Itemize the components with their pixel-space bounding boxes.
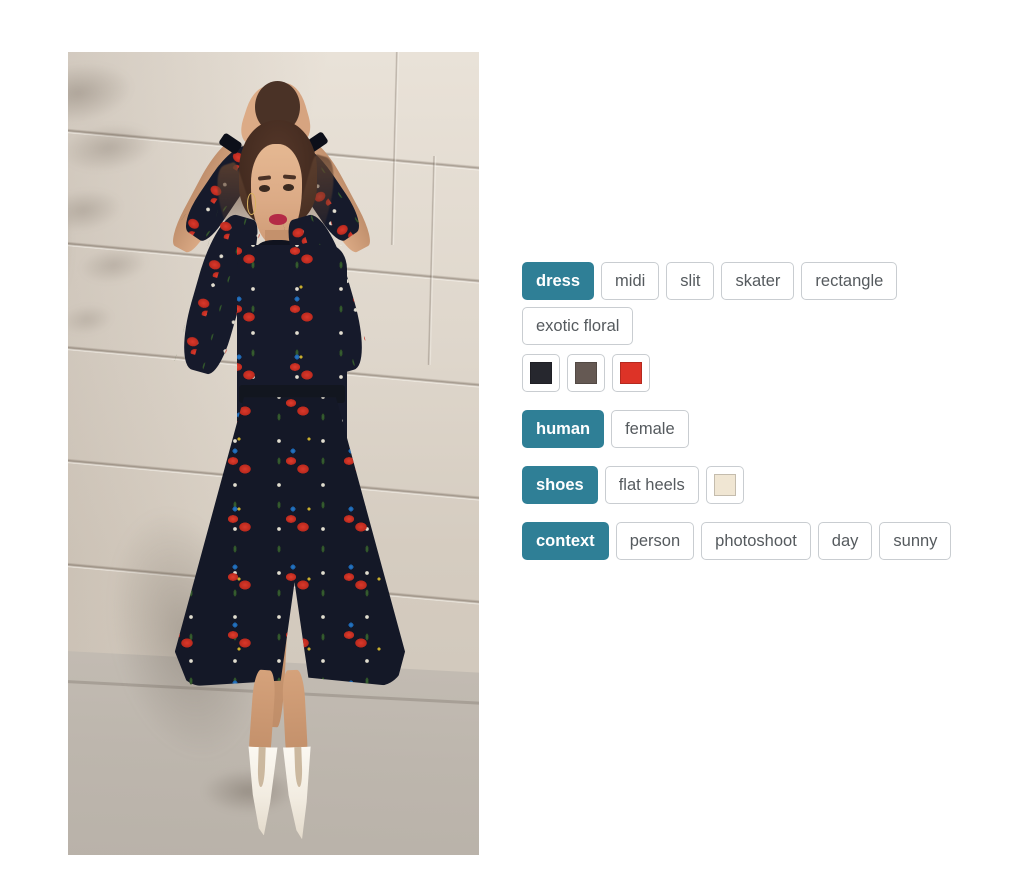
model-figure (68, 52, 479, 855)
eyebrow (282, 174, 296, 180)
tag-rectangle[interactable]: rectangle (801, 262, 898, 300)
tag-group-dress: dress midi slit skater rectangle exotic … (522, 262, 992, 392)
photo-stage (68, 52, 479, 855)
swatch-chip (713, 474, 736, 496)
tag-row: human female (522, 410, 992, 448)
group-label-human[interactable]: human (522, 410, 605, 448)
tag-female[interactable]: female (611, 410, 689, 448)
attribute-tag-panel: dress midi slit skater rectangle exotic … (522, 262, 992, 560)
floral-print (174, 397, 406, 687)
eyebrow (257, 174, 272, 181)
tag-row: dress midi slit skater rectangle exotic … (522, 262, 992, 345)
tag-row: shoes flat heels (522, 466, 992, 504)
tag-row: context person photoshoot day sunny (522, 522, 992, 560)
dress-skirt (174, 397, 406, 687)
group-label-context[interactable]: context (522, 522, 609, 560)
tag-midi[interactable]: midi (601, 262, 660, 300)
group-label-dress[interactable]: dress (522, 262, 595, 300)
swatch-chip (575, 362, 597, 384)
color-swatch-taupe-brown[interactable] (567, 354, 605, 392)
swatch-chip (620, 362, 642, 384)
tag-skater[interactable]: skater (721, 262, 795, 300)
tag-exotic-floral[interactable]: exotic floral (522, 307, 634, 345)
lips (269, 214, 287, 225)
earring (247, 193, 256, 215)
tag-group-shoes: shoes flat heels (522, 466, 992, 504)
product-photo (68, 52, 479, 855)
swatch-chip (530, 362, 552, 384)
tag-sunny[interactable]: sunny (879, 522, 952, 560)
tag-row-colors (522, 354, 992, 392)
tag-day[interactable]: day (817, 522, 873, 560)
tag-group-context: context person photoshoot day sunny (522, 522, 992, 560)
tag-flat-heels[interactable]: flat heels (604, 466, 699, 504)
color-swatch-red[interactable] (612, 354, 650, 392)
color-swatch-black[interactable] (522, 354, 560, 392)
group-label-shoes[interactable]: shoes (522, 466, 598, 504)
tag-person[interactable]: person (615, 522, 695, 560)
tag-slit[interactable]: slit (666, 262, 715, 300)
color-swatch-cream[interactable] (705, 466, 744, 504)
tag-group-human: human female (522, 410, 992, 448)
tag-photoshoot[interactable]: photoshoot (701, 522, 811, 560)
